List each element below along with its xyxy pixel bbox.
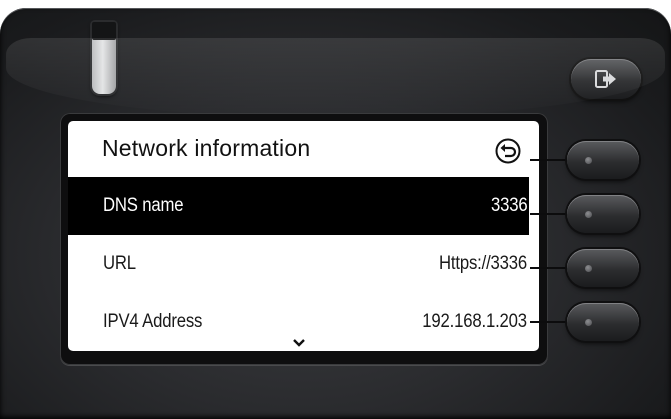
screen-header: Network information: [68, 121, 539, 177]
menu-row-url[interactable]: URL Https://3336: [68, 235, 529, 293]
row-label: DNS name: [103, 195, 184, 216]
page-title: Network information: [102, 135, 311, 161]
softkey-3[interactable]: [567, 249, 639, 287]
handset-hook: [92, 22, 116, 94]
menu-row-dns-name[interactable]: DNS name 3336: [68, 177, 529, 235]
softkey-1[interactable]: [567, 141, 639, 179]
softkey-4[interactable]: [567, 303, 639, 341]
row-value: 192.168.1.203: [422, 311, 527, 332]
display-screen: Network information DNS name 3336 URL Ht…: [68, 121, 539, 351]
softkey-connector: [530, 213, 570, 215]
dot-icon: [585, 157, 592, 164]
dot-icon: [585, 265, 592, 272]
row-label: IPV4 Address: [103, 311, 203, 332]
back-arrow-icon[interactable]: [495, 138, 521, 164]
softkey-connector: [530, 159, 570, 161]
softkey-connector: [530, 321, 570, 323]
dot-icon: [585, 211, 592, 218]
exit-key[interactable]: [571, 59, 641, 99]
row-value: 3336: [490, 195, 528, 216]
softkey-connector: [530, 267, 570, 269]
chevron-down-icon: [293, 339, 305, 347]
exit-icon: [595, 70, 616, 88]
row-label: URL: [103, 253, 136, 274]
dot-icon: [585, 319, 592, 326]
softkey-2[interactable]: [567, 195, 639, 233]
row-value: Https://3336: [438, 253, 527, 274]
